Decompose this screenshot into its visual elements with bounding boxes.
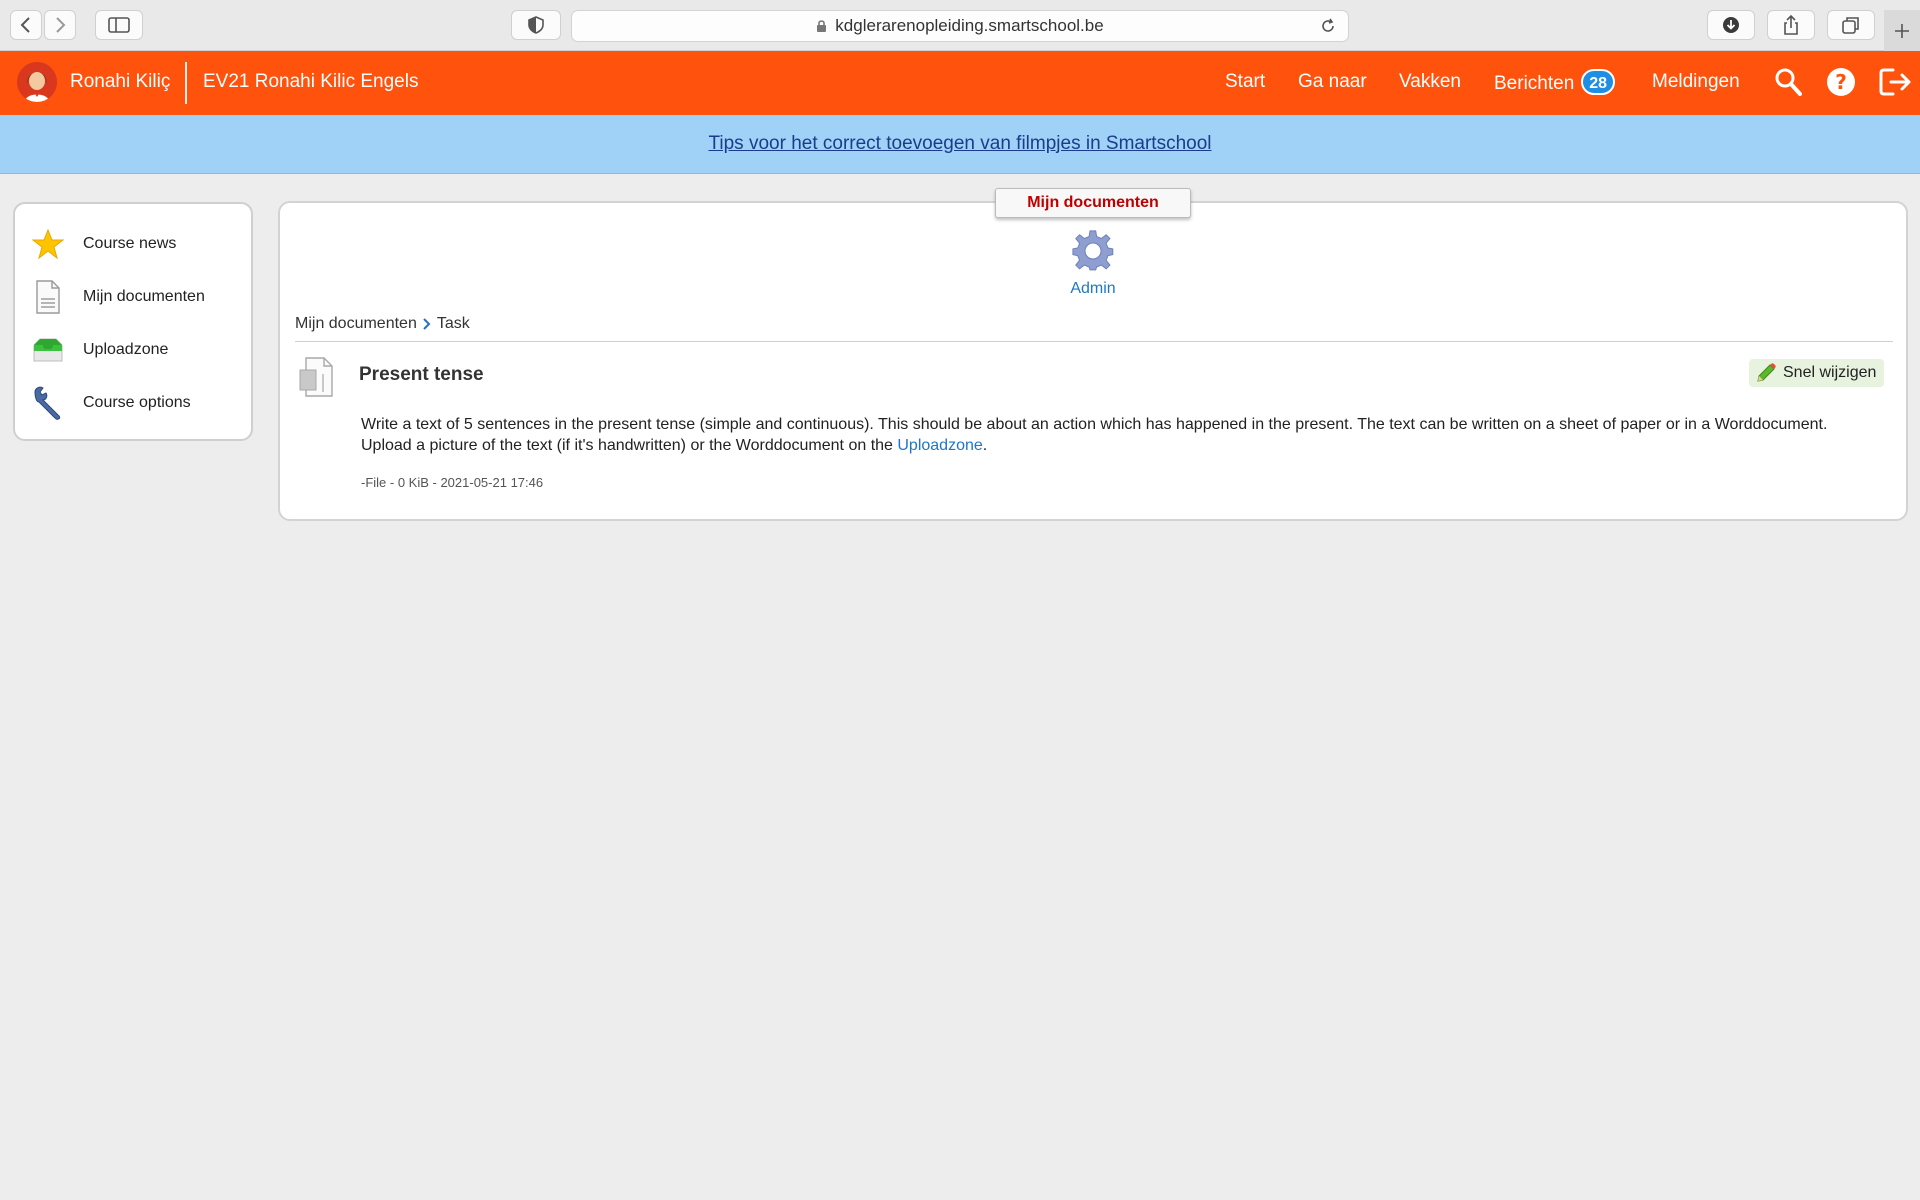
back-button[interactable] bbox=[10, 10, 42, 40]
file-icon[interactable] bbox=[296, 356, 336, 398]
browser-toolbar: kdglerarenopleiding.smartschool.be bbox=[0, 0, 1920, 51]
quick-edit-button[interactable]: Snel wijzigen bbox=[1749, 359, 1885, 387]
info-banner: Tips voor het correct toevoegen van film… bbox=[0, 115, 1920, 174]
document-meta: -File - 0 KiB - 2021-05-21 17:46 bbox=[361, 475, 544, 490]
search-icon[interactable] bbox=[1774, 67, 1802, 97]
document-description: Write a text of 5 sentences in the prese… bbox=[361, 414, 1881, 456]
description-end: . bbox=[982, 437, 988, 454]
downloads-button[interactable] bbox=[1707, 10, 1755, 40]
section-title: Mijn documenten bbox=[995, 188, 1191, 218]
nav-meldingen[interactable]: Meldingen bbox=[1652, 71, 1740, 93]
sidebar-item-label: Course news bbox=[83, 235, 177, 252]
nav-ga-naar[interactable]: Ga naar bbox=[1298, 71, 1367, 93]
nav-berichten-label: Berichten bbox=[1494, 73, 1575, 95]
forward-button[interactable] bbox=[44, 10, 76, 40]
logout-icon[interactable] bbox=[1879, 67, 1913, 97]
banner-link[interactable]: Tips voor het correct toevoegen van film… bbox=[708, 133, 1211, 155]
uploadzone-link[interactable]: Uploadzone bbox=[897, 437, 982, 454]
share-button[interactable] bbox=[1767, 10, 1815, 40]
sidebar-item-label: Mijn documenten bbox=[83, 288, 205, 305]
tabs-icon bbox=[1842, 17, 1859, 34]
sidebar-item-course-news[interactable]: Course news bbox=[15, 222, 251, 266]
pencil-icon bbox=[1757, 363, 1776, 382]
sidebar-item-mijn-documenten[interactable]: Mijn documenten bbox=[15, 275, 251, 319]
header-divider bbox=[185, 62, 187, 104]
nav-vakken[interactable]: Vakken bbox=[1399, 71, 1461, 93]
wrench-icon bbox=[31, 386, 65, 420]
app-header: Ronahi Kiliç EV21 Ronahi Kilic Engels St… bbox=[0, 51, 1920, 115]
star-icon bbox=[31, 227, 65, 261]
chevron-right-icon bbox=[422, 318, 432, 330]
address-bar[interactable]: kdglerarenopleiding.smartschool.be bbox=[571, 10, 1349, 42]
sidebar-item-course-options[interactable]: Course options bbox=[15, 381, 251, 425]
tab-overview-button[interactable] bbox=[1827, 10, 1875, 40]
svg-text:?: ? bbox=[1835, 70, 1847, 94]
privacy-button[interactable] bbox=[511, 10, 561, 40]
url-text: kdglerarenopleiding.smartschool.be bbox=[835, 16, 1104, 35]
lock-icon bbox=[817, 20, 827, 32]
messages-count-badge: 28 bbox=[1581, 69, 1616, 95]
nav-berichten[interactable]: Berichten 28 bbox=[1494, 69, 1616, 97]
sidebar-item-label: Course options bbox=[83, 394, 191, 411]
forward-icon bbox=[56, 17, 66, 33]
description-text: Write a text of 5 sentences in the prese… bbox=[361, 416, 1828, 454]
shield-icon bbox=[528, 16, 544, 34]
document-icon bbox=[31, 280, 65, 314]
breadcrumb: Mijn documenten Task bbox=[295, 315, 470, 333]
help-icon[interactable]: ? bbox=[1826, 67, 1856, 97]
course-sidebar: Course news Mijn documenten Uploadzone C… bbox=[13, 202, 253, 441]
course-title[interactable]: EV21 Ronahi Kilic Engels bbox=[203, 71, 418, 93]
user-avatar-icon bbox=[17, 62, 57, 102]
download-icon bbox=[1723, 17, 1739, 33]
inbox-tray-icon bbox=[31, 333, 65, 367]
sidebar-toggle-button[interactable] bbox=[95, 10, 143, 40]
sidebar-item-uploadzone[interactable]: Uploadzone bbox=[15, 328, 251, 372]
breadcrumb-item[interactable]: Mijn documenten bbox=[295, 315, 417, 333]
quick-edit-label: Snel wijzigen bbox=[1783, 364, 1877, 381]
back-icon bbox=[20, 17, 30, 33]
document-title[interactable]: Present tense bbox=[359, 364, 484, 386]
admin-button[interactable]: Admin bbox=[1055, 229, 1131, 298]
new-tab-icon bbox=[1895, 23, 1909, 38]
share-icon bbox=[1784, 15, 1798, 35]
admin-label: Admin bbox=[1070, 280, 1116, 297]
user-name[interactable]: Ronahi Kiliç bbox=[70, 71, 170, 93]
breadcrumb-item: Task bbox=[436, 315, 470, 332]
nav-start[interactable]: Start bbox=[1225, 71, 1265, 93]
sidebar-item-label: Uploadzone bbox=[83, 341, 169, 358]
sidebar-icon bbox=[108, 17, 130, 33]
gear-icon bbox=[1072, 230, 1114, 271]
avatar[interactable] bbox=[17, 62, 57, 102]
new-tab-button[interactable] bbox=[1884, 10, 1920, 51]
reload-icon[interactable] bbox=[1320, 18, 1336, 34]
breadcrumb-divider bbox=[295, 341, 1893, 342]
